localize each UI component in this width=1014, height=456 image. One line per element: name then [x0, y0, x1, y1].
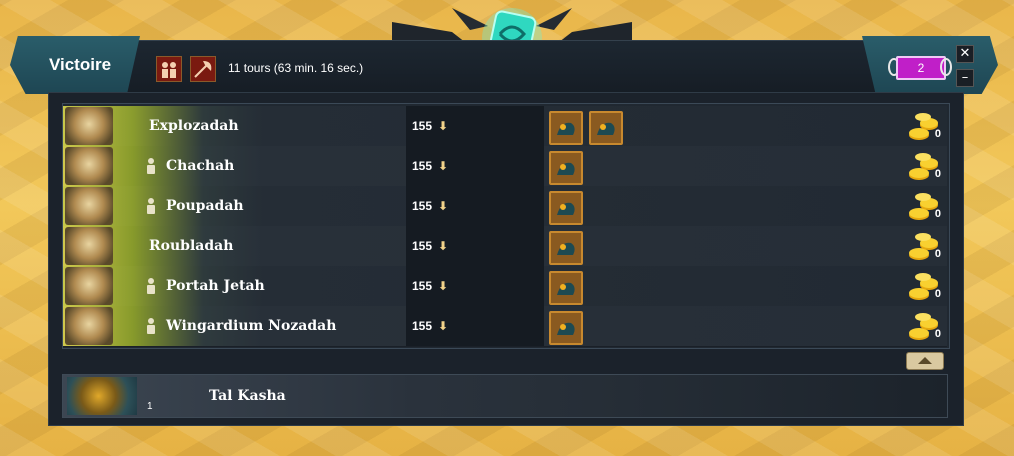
table-row[interactable]: Wingardium Nozadah 155 ⬇ 0 — [63, 306, 947, 347]
challenge-icon — [156, 56, 182, 82]
level-cell: 155 ⬇ — [406, 146, 544, 186]
table-row[interactable]: Explozadah 155 ⬇ 0 — [63, 106, 947, 147]
minimize-button[interactable]: – — [956, 69, 974, 87]
level-cell: 155 ⬇ — [406, 106, 544, 146]
ally-icon — [145, 317, 157, 335]
counter-badge[interactable]: 2 — [896, 56, 946, 80]
axe-icon — [190, 56, 216, 82]
level-cell: 155 ⬇ — [406, 306, 544, 346]
level-arrow-icon: ⬇ — [438, 319, 449, 333]
player-name: Portah Jetah — [166, 278, 265, 294]
avatar — [65, 187, 113, 225]
loser-row: 1 Tal Kasha — [62, 374, 948, 418]
table-row[interactable]: Portah Jetah 155 ⬇ 0 — [63, 266, 947, 307]
loot-item-icon[interactable] — [549, 311, 583, 345]
level-cell: 155 ⬇ — [406, 266, 544, 306]
kamas-count: 0 — [934, 208, 941, 220]
player-level: 155 — [412, 159, 433, 173]
loot-item-icon[interactable] — [549, 111, 583, 145]
player-name: Chachah — [166, 158, 235, 174]
table-row[interactable]: Chachah 155 ⬇ 0 — [63, 146, 947, 187]
table-row[interactable]: Roubladah 155 ⬇ 0 — [63, 226, 947, 267]
player-level: 155 — [412, 279, 433, 293]
victory-title: Victoire — [48, 55, 112, 74]
player-name: Roubladah — [149, 238, 234, 254]
level-arrow-icon: ⬇ — [438, 199, 449, 213]
table-row[interactable]: Poupadah 155 ⬇ 0 — [63, 186, 947, 227]
player-name: Poupadah — [166, 198, 244, 214]
header-bar — [46, 40, 978, 94]
player-level: 155 — [412, 319, 433, 333]
loser-number: 1 — [147, 401, 153, 412]
player-level: 155 — [412, 119, 433, 133]
avatar — [67, 377, 137, 415]
level-arrow-icon: ⬇ — [438, 119, 449, 133]
level-arrow-icon: ⬇ — [438, 159, 449, 173]
kamas-count: 0 — [934, 288, 941, 300]
player-level: 155 — [412, 239, 433, 253]
level-arrow-icon: ⬇ — [438, 279, 449, 293]
loot-item-icon[interactable] — [549, 191, 583, 225]
close-button[interactable]: ✕ — [956, 45, 974, 63]
avatar — [65, 227, 113, 265]
avatar — [65, 107, 113, 145]
level-cell: 155 ⬇ — [406, 186, 544, 226]
kamas-count: 0 — [934, 128, 941, 140]
ally-icon — [145, 197, 157, 215]
player-name: Explozadah — [149, 118, 239, 134]
collapse-button[interactable] — [906, 352, 944, 370]
loot-item-icon[interactable] — [549, 231, 583, 265]
fight-duration: 11 tours (63 min. 16 sec.) — [228, 61, 364, 75]
kamas-count: 0 — [934, 168, 941, 180]
loot-item-icon[interactable] — [589, 111, 623, 145]
kamas-count: 0 — [934, 328, 941, 340]
player-name: Wingardium Nozadah — [166, 318, 337, 334]
title-tab: Victoire — [10, 36, 140, 94]
player-level: 155 — [412, 199, 433, 213]
level-cell: 155 ⬇ — [406, 226, 544, 266]
loot-item-icon[interactable] — [549, 151, 583, 185]
wing-right-icon — [940, 58, 952, 76]
ally-icon — [145, 157, 157, 175]
ally-icon — [145, 277, 157, 295]
loser-name: Tal Kasha — [209, 388, 286, 404]
kamas-count: 0 — [934, 248, 941, 260]
avatar — [65, 147, 113, 185]
loot-item-icon[interactable] — [549, 271, 583, 305]
level-arrow-icon: ⬇ — [438, 239, 449, 253]
avatar — [65, 307, 113, 345]
avatar — [65, 267, 113, 305]
